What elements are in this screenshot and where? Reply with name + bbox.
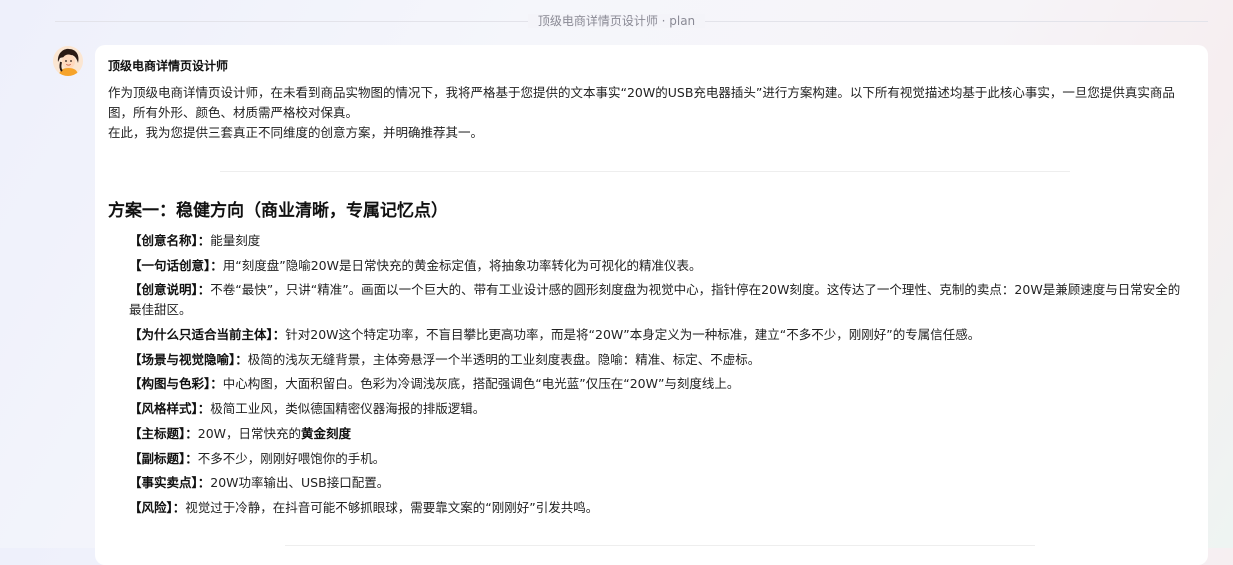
- conversation-title-text: 顶级电商详情页设计师 · plan: [527, 14, 706, 28]
- item-key: 【事实卖点】：: [129, 475, 211, 491]
- item-value: 极简的浅灰无缝背景，主体旁悬浮一个半透明的工业刻度表盘。隐喻：精准、标定、不虚标…: [247, 351, 761, 367]
- list-item: 【副标题】：不多不少，刚刚好喂饱你的手机。: [129, 449, 1191, 469]
- item-key: 【风格样式】：: [129, 401, 211, 417]
- item-key: 【副标题】：: [129, 450, 198, 466]
- item-value: 中心构图，大面积留白。色彩为冷调浅灰底，搭配强调色“电光蓝”仅压在“20W”与刻…: [222, 376, 740, 392]
- item-value: 针对20W这个特定功率，不盲目攀比更高功率，而是将“20W”本身定义为一种标准，…: [285, 327, 981, 343]
- avatar-illustration: [53, 46, 83, 76]
- list-item: 【一句话创意】：用“刻度盘”隐喻20W是日常快充的黄金标定值，将抽象功率转化为可…: [129, 256, 1191, 276]
- list-item: 【为什么只适合当前主体】：针对20W这个特定功率，不盲目攀比更高功率，而是将“2…: [129, 325, 1191, 345]
- list-item: 【场景与视觉隐喻】：极简的浅灰无缝背景，主体旁悬浮一个半透明的工业刻度表盘。隐喻…: [129, 350, 1191, 370]
- conversation-title: 顶级电商详情页设计师 · plan: [0, 12, 1233, 30]
- item-key: 【为什么只适合当前主体】：: [129, 327, 286, 343]
- list-item: 【创意名称】：能量刻度: [129, 231, 1191, 251]
- item-key: 【构图与色彩】：: [129, 376, 223, 392]
- scheme-detail-list: 【创意名称】：能量刻度 【一句话创意】：用“刻度盘”隐喻20W是日常快充的黄金标…: [129, 231, 1191, 523]
- item-key: 【风险】：: [129, 499, 186, 515]
- list-item: 【事实卖点】：20W功率输出、USB接口配置。: [129, 473, 1191, 493]
- item-emphasis: 黄金刻度: [301, 425, 352, 441]
- item-key: 【创意说明】：: [129, 282, 211, 298]
- item-key: 【一句话创意】：: [129, 257, 223, 273]
- item-value: 视觉过于冷静，在抖音可能不够抓眼球，需要靠文案的“刚刚好”引发共鸣。: [185, 499, 599, 515]
- list-item: 【风险】：视觉过于冷静，在抖音可能不够抓眼球，需要靠文案的“刚刚好”引发共鸣。: [129, 498, 1191, 518]
- assistant-message-card: 顶级电商详情页设计师 作为顶级电商详情页设计师，在未看到商品实物图的情况下，我将…: [95, 45, 1208, 565]
- section-divider: [285, 545, 1035, 546]
- list-item: 【风格样式】：极简工业风，类似德国精密仪器海报的排版逻辑。: [129, 399, 1191, 419]
- list-item: 【构图与色彩】：中心构图，大面积留白。色彩为冷调浅灰底，搭配强调色“电光蓝”仅压…: [129, 374, 1191, 394]
- item-key: 【主标题】：: [129, 425, 198, 441]
- message-body: 顶级电商详情页设计师 作为顶级电商详情页设计师，在未看到商品实物图的情况下，我将…: [108, 57, 1190, 143]
- item-value: 20W，日常快充的: [197, 425, 302, 441]
- item-value: 不卷“最快”，只讲“精准”。画面以一个巨大的、带有工业设计感的圆形刻度盘为视觉中…: [129, 282, 1181, 318]
- message-intro: 作为顶级电商详情页设计师，在未看到商品实物图的情况下，我将严格基于您提供的文本事…: [108, 83, 1190, 143]
- section-divider: [220, 171, 1070, 172]
- intro-paragraph: 作为顶级电商详情页设计师，在未看到商品实物图的情况下，我将严格基于您提供的文本事…: [108, 85, 1175, 120]
- list-item: 【创意说明】：不卷“最快”，只讲“精准”。画面以一个巨大的、带有工业设计感的圆形…: [129, 280, 1191, 320]
- item-key: 【场景与视觉隐喻】：: [129, 351, 248, 367]
- list-item: 【主标题】：20W，日常快充的黄金刻度: [129, 424, 1191, 444]
- item-key: 【创意名称】：: [129, 233, 211, 248]
- item-value: 20W功率输出、USB接口配置。: [210, 475, 390, 491]
- message-author: 顶级电商详情页设计师: [108, 59, 229, 73]
- item-value: 用“刻度盘”隐喻20W是日常快充的黄金标定值，将抽象功率转化为可视化的精准仪表。: [222, 257, 702, 273]
- scheme-title: 方案一：稳健方向（商业清晰，专属记忆点）: [108, 201, 448, 221]
- item-value: 能量刻度: [210, 233, 261, 248]
- item-value: 不多不少，刚刚好喂饱你的手机。: [197, 450, 386, 466]
- designer-avatar-icon[interactable]: [53, 46, 83, 76]
- intro-paragraph: 在此，我为您提供三套真正不同维度的创意方案，并明确推荐其一。: [108, 125, 484, 140]
- item-value: 极简工业风，类似德国精密仪器海报的排版逻辑。: [210, 401, 486, 417]
